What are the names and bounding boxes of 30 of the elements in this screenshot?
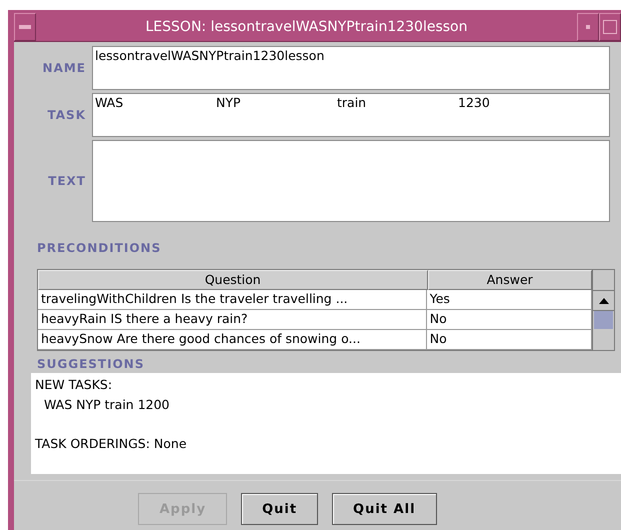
column-header[interactable]: Answer (428, 270, 592, 290)
minimize-button[interactable] (577, 13, 599, 41)
window-menu-button[interactable] (14, 13, 36, 41)
suggested-task: WAS NYP train 1200 (44, 397, 170, 412)
scroll-thumb[interactable] (594, 311, 613, 329)
suggestion-heading: NEW TASKS: (35, 377, 112, 392)
up-arrow-icon (598, 298, 608, 304)
field-label: TASK (46, 108, 87, 122)
window-title: LESSON: lessontravelWASNYPtrain1230lesson (144, 18, 468, 37)
column-header[interactable]: Question (38, 270, 428, 290)
suggestion-heading: TASK ORDERINGS: None (35, 436, 187, 451)
maximize-button[interactable] (599, 13, 621, 41)
field-label: TEXT (47, 174, 87, 188)
minus-icon (19, 25, 31, 29)
square-icon (603, 20, 617, 34)
text-area[interactable] (92, 140, 610, 222)
table-cell: No (426, 330, 592, 350)
table-cell: travelingWithChildren Is the traveler travelling ... (38, 290, 427, 310)
scrollbar[interactable] (592, 270, 614, 350)
dialog-button[interactable]: Quit All (332, 493, 437, 525)
table-cell: heavyRain IS there a heavy rain? (38, 310, 427, 330)
input-field[interactable]: lessontravelWASNYPtrain1230lesson (92, 46, 610, 90)
input-field[interactable]: WAS NYP train 1230 (92, 93, 610, 137)
table-cell: No (426, 310, 592, 330)
section-heading: PRECONDITIONS (37, 241, 162, 255)
section-heading: SUGGESTIONS (37, 357, 146, 371)
field-label: NAME (42, 61, 87, 75)
dialog-button[interactable]: Quit (241, 493, 318, 525)
table-cell: Yes (426, 290, 592, 310)
table-cell: heavySnow Are there good chances of snowing o... (38, 330, 427, 350)
